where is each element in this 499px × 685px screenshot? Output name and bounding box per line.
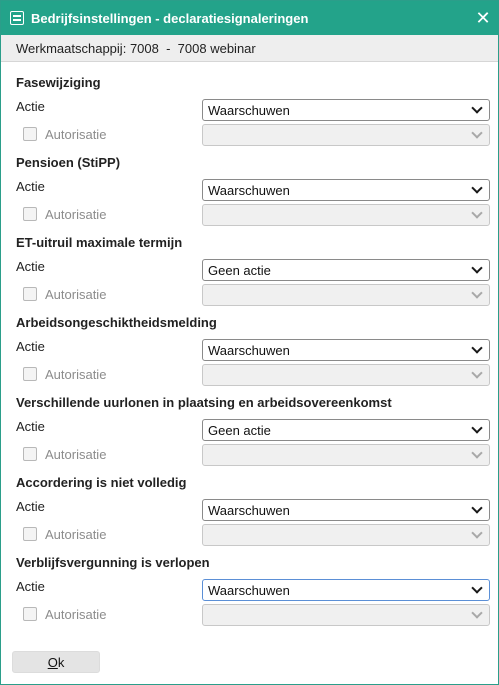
chevron-down-icon <box>471 287 483 299</box>
chevron-down-icon <box>471 207 483 219</box>
chevron-down-icon <box>471 127 483 139</box>
actie-select-value: Geen actie <box>208 422 271 438</box>
chevron-down-icon <box>471 342 483 354</box>
autorisatie-label: Autorisatie <box>45 287 107 302</box>
chevron-down-icon <box>471 447 483 459</box>
signal-section: Verblijfsvergunning is verlopen Actie Wa… <box>1 542 498 626</box>
dialog-title: Bedrijfsinstellingen - declaratiesignale… <box>31 10 309 26</box>
chevron-down-icon <box>471 102 483 114</box>
settings-dialog: Bedrijfsinstellingen - declaratiesignale… <box>0 0 499 685</box>
section-title: Fasewijziging <box>16 75 101 90</box>
chevron-down-icon <box>471 527 483 539</box>
signal-section: ET-uitruil maximale termijn Actie Geen a… <box>1 222 498 306</box>
actie-select-value: Waarschuwen <box>208 502 290 518</box>
actie-select[interactable]: Waarschuwen <box>202 179 490 201</box>
actie-select-value: Waarschuwen <box>208 102 290 118</box>
ok-label-rest: k <box>57 654 65 670</box>
chevron-down-icon <box>471 502 483 514</box>
actie-label: Actie <box>16 99 45 114</box>
autorisatie-checkbox[interactable] <box>23 527 37 541</box>
section-title: Verschillende uurlonen in plaatsing en a… <box>16 395 392 410</box>
actie-select[interactable]: Waarschuwen <box>202 339 490 361</box>
actie-select-value: Waarschuwen <box>208 182 290 198</box>
actie-label: Actie <box>16 579 45 594</box>
autorisatie-checkbox[interactable] <box>23 287 37 301</box>
chevron-down-icon <box>471 582 483 594</box>
actie-label: Actie <box>16 419 45 434</box>
signal-settings-list: Fasewijziging Actie Waarschuwen Autorisa… <box>1 62 498 626</box>
autorisatie-label: Autorisatie <box>45 207 107 222</box>
chevron-down-icon <box>471 367 483 379</box>
section-title: Verblijfsvergunning is verlopen <box>16 555 210 570</box>
actie-select[interactable]: Waarschuwen <box>202 579 490 601</box>
actie-select[interactable]: Waarschuwen <box>202 499 490 521</box>
company-name: 7008 webinar <box>177 40 256 56</box>
signal-section: Pensioen (StiPP) Actie Waarschuwen Autor… <box>1 142 498 226</box>
section-title: ET-uitruil maximale termijn <box>16 235 183 250</box>
autorisatie-label: Autorisatie <box>45 527 107 542</box>
autorisatie-label: Autorisatie <box>45 367 107 382</box>
autorisatie-select <box>202 604 490 626</box>
actie-select-value: Geen actie <box>208 262 271 278</box>
chevron-down-icon <box>471 422 483 434</box>
autorisatie-checkbox[interactable] <box>23 447 37 461</box>
actie-label: Actie <box>16 499 45 514</box>
signal-section: Verschillende uurlonen in plaatsing en a… <box>1 382 498 466</box>
signal-section: Arbeidsongeschiktheidsmelding Actie Waar… <box>1 302 498 386</box>
autorisatie-label: Autorisatie <box>45 607 107 622</box>
actie-select[interactable]: Geen actie <box>202 259 490 281</box>
settings-panel-icon <box>10 11 24 25</box>
chevron-down-icon <box>471 607 483 619</box>
section-title: Pensioen (StiPP) <box>16 155 121 170</box>
actie-label: Actie <box>16 259 45 274</box>
section-title: Accordering is niet volledig <box>16 475 187 490</box>
close-icon[interactable]: ✕ <box>468 1 498 35</box>
company-code: 7008 <box>129 40 159 56</box>
company-label: Werkmaatschappij: <box>16 40 127 56</box>
actie-select[interactable]: Geen actie <box>202 419 490 441</box>
autorisatie-checkbox[interactable] <box>23 207 37 221</box>
actie-label: Actie <box>16 339 45 354</box>
ok-label-mnemonic: O <box>47 654 58 670</box>
ok-button[interactable]: Ok <box>12 651 100 673</box>
autorisatie-checkbox[interactable] <box>23 127 37 141</box>
chevron-down-icon <box>471 182 483 194</box>
autorisatie-checkbox[interactable] <box>23 367 37 381</box>
chevron-down-icon <box>471 262 483 274</box>
actie-select-value: Waarschuwen <box>208 582 290 598</box>
autorisatie-label: Autorisatie <box>45 127 107 142</box>
autorisatie-checkbox[interactable] <box>23 607 37 621</box>
signal-section: Fasewijziging Actie Waarschuwen Autorisa… <box>1 62 498 146</box>
autorisatie-label: Autorisatie <box>45 447 107 462</box>
company-subheader: Werkmaatschappij: 7008 - 7008 webinar <box>1 35 498 62</box>
section-title: Arbeidsongeschiktheidsmelding <box>16 315 217 330</box>
signal-section: Accordering is niet volledig Actie Waars… <box>1 462 498 546</box>
actie-select-value: Waarschuwen <box>208 342 290 358</box>
title-bar: Bedrijfsinstellingen - declaratiesignale… <box>1 1 498 35</box>
actie-select[interactable]: Waarschuwen <box>202 99 490 121</box>
actie-label: Actie <box>16 179 45 194</box>
